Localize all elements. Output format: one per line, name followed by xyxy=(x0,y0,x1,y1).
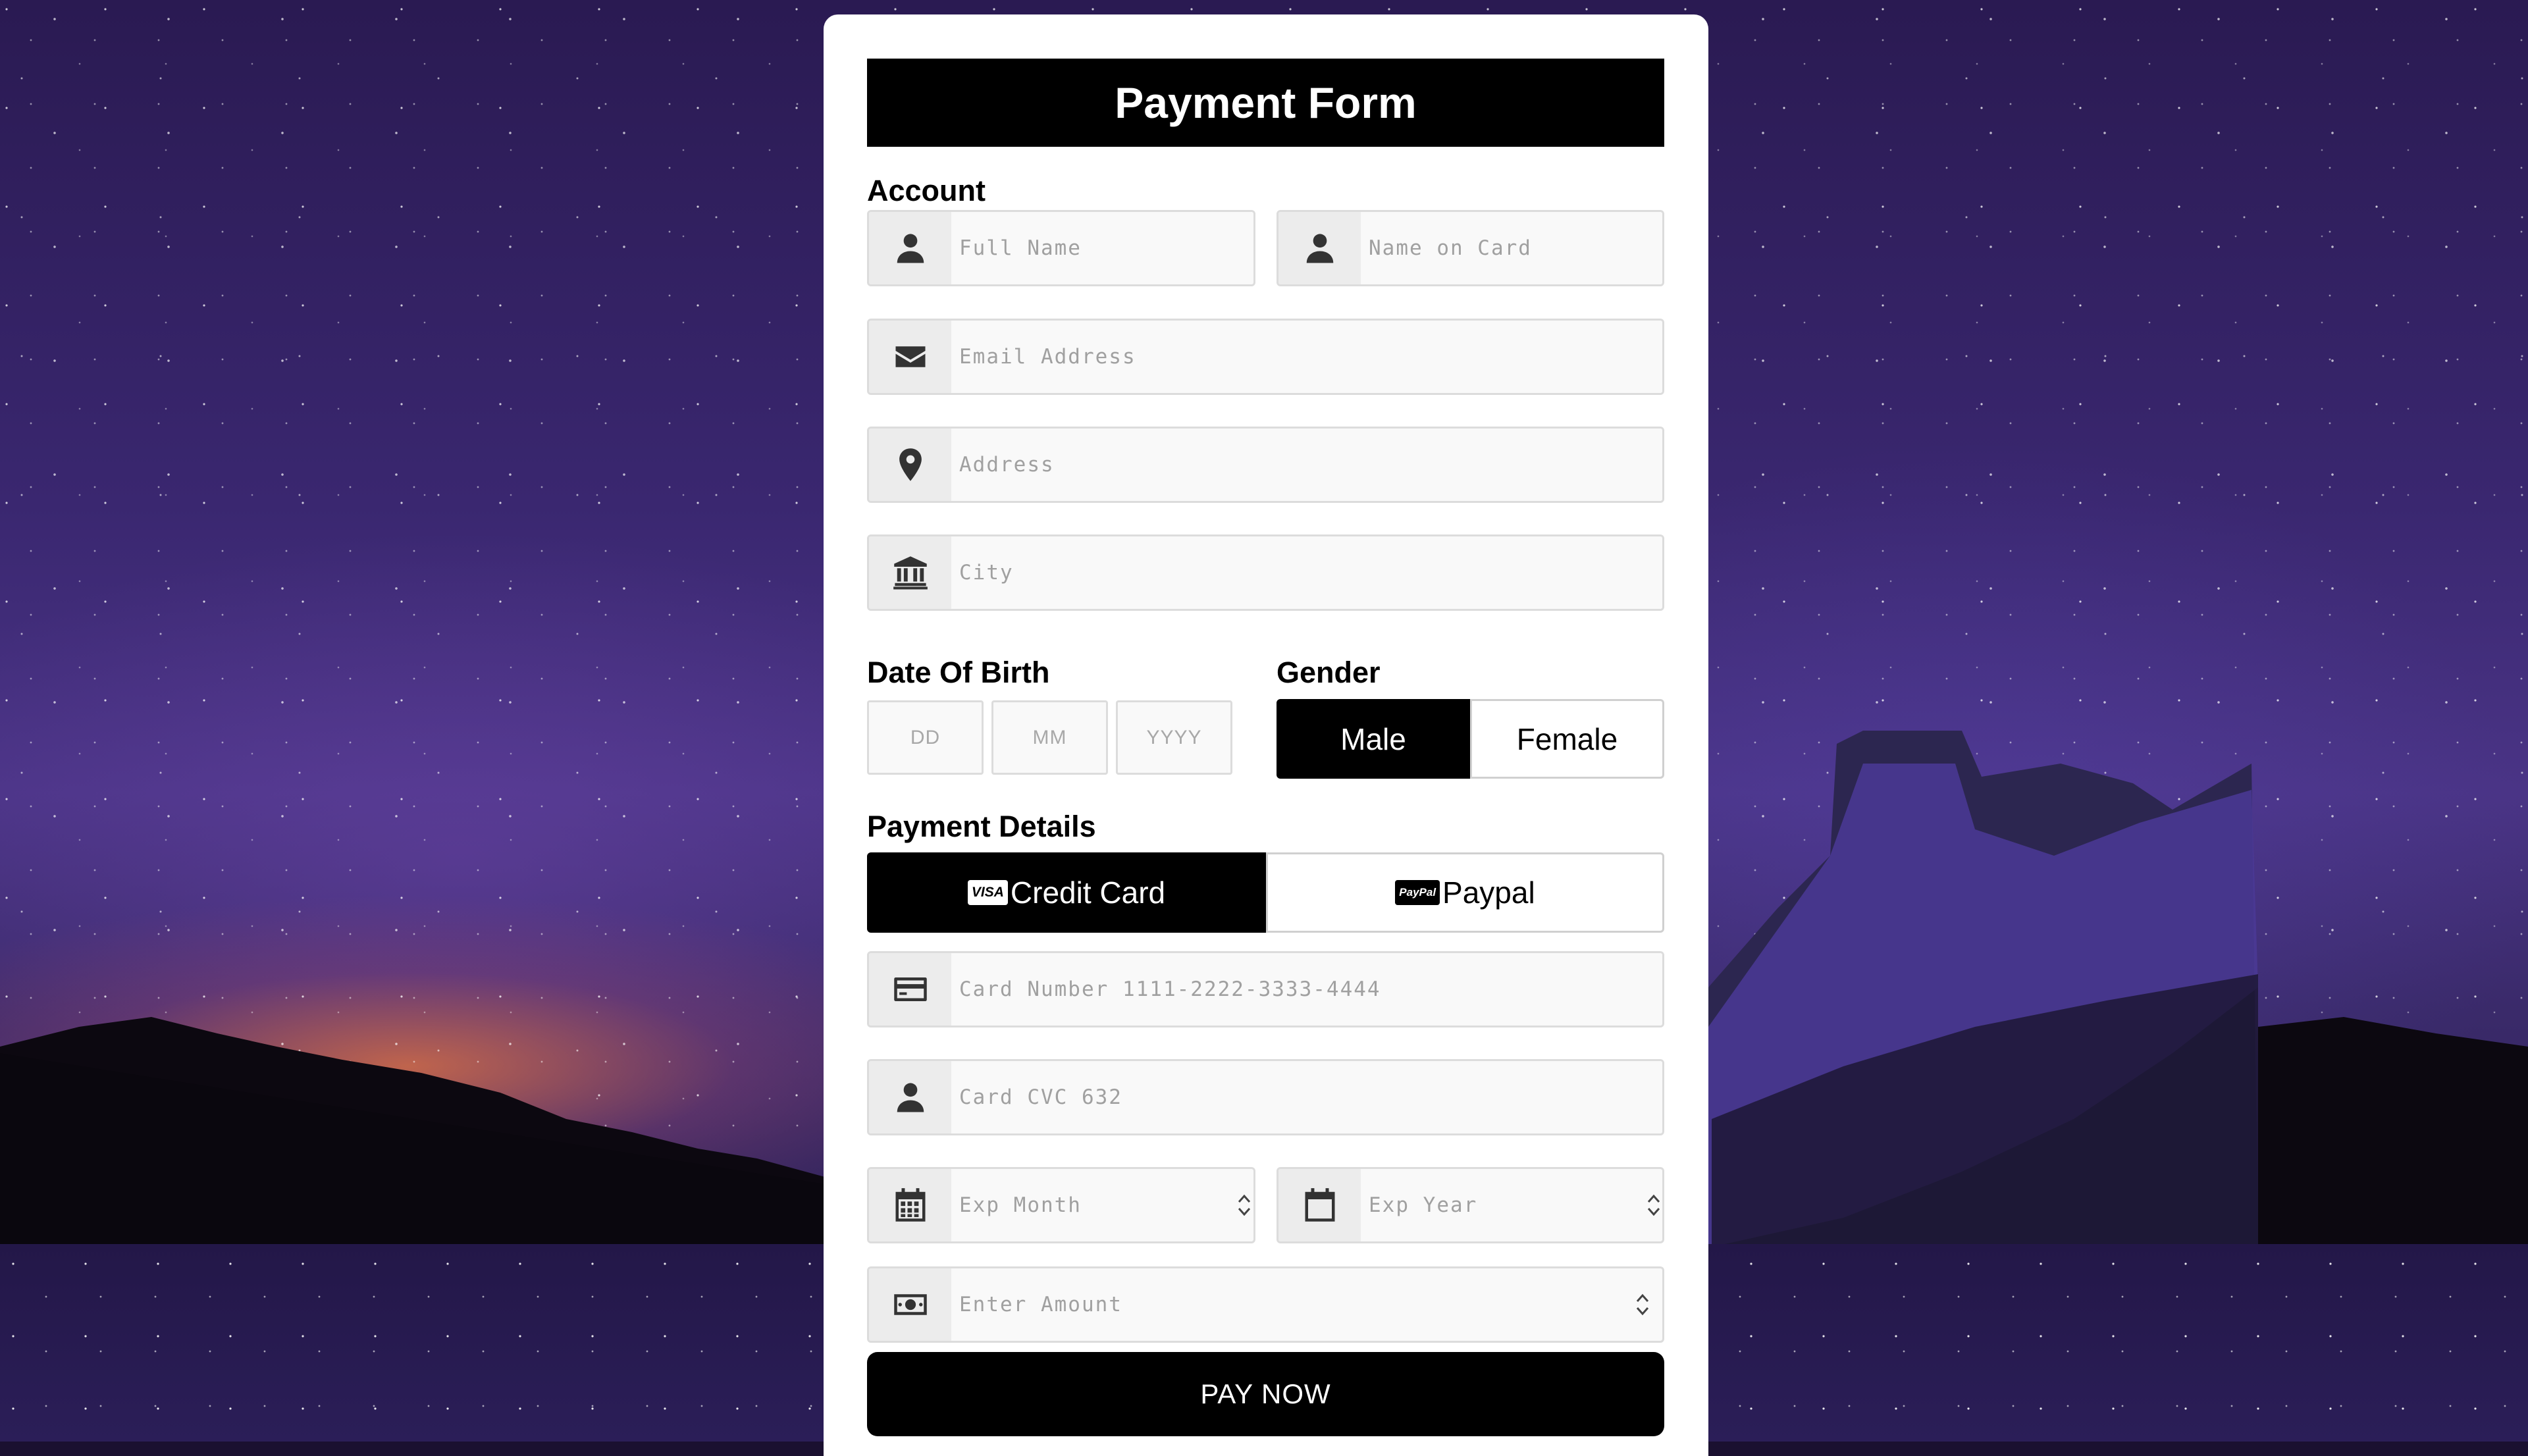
full-name-input[interactable] xyxy=(951,212,1253,284)
exp-month-input[interactable] xyxy=(951,1169,1224,1241)
dob-month-input[interactable]: MM xyxy=(991,700,1108,775)
email-field xyxy=(867,319,1664,395)
form-title: Payment Form xyxy=(867,59,1664,147)
name-on-card-input[interactable] xyxy=(1361,212,1662,284)
calendar-icon xyxy=(1278,1169,1361,1241)
card-cvc-input[interactable] xyxy=(951,1061,1662,1133)
user-icon xyxy=(869,1061,951,1133)
email-input[interactable] xyxy=(951,321,1662,393)
paypal-icon: PayPal xyxy=(1395,880,1440,905)
amount-input[interactable] xyxy=(951,1268,1623,1341)
exp-month-stepper[interactable] xyxy=(1224,1169,1253,1241)
gender-section-label: Gender xyxy=(1277,656,1381,689)
gender-female-option[interactable]: Female xyxy=(1470,699,1664,779)
amount-stepper[interactable] xyxy=(1623,1268,1662,1341)
user-icon xyxy=(869,212,951,284)
card-number-field xyxy=(867,951,1664,1027)
payment-method-paypal[interactable]: PayPal Paypal xyxy=(1266,852,1664,933)
exp-month-field xyxy=(867,1167,1255,1243)
pay-now-button[interactable]: PAY NOW xyxy=(867,1352,1664,1436)
dob-section-label: Date Of Birth xyxy=(867,656,1050,689)
bank-icon xyxy=(869,536,951,609)
card-cvc-field xyxy=(867,1059,1664,1135)
payment-form-card: Payment Form Account Date Of Bi xyxy=(824,14,1708,1456)
dob-year-input[interactable]: YYYY xyxy=(1116,700,1232,775)
user-icon xyxy=(1278,212,1361,284)
visa-icon: VISA xyxy=(967,880,1008,905)
address-field xyxy=(867,427,1664,503)
credit-card-label: Credit Card xyxy=(1010,875,1166,910)
city-input[interactable] xyxy=(951,536,1662,609)
credit-card-icon xyxy=(869,953,951,1026)
full-name-field xyxy=(867,210,1255,286)
map-pin-icon xyxy=(869,429,951,501)
exp-year-field xyxy=(1277,1167,1664,1243)
dob-day-input[interactable]: DD xyxy=(867,700,984,775)
gender-male-option[interactable]: Male xyxy=(1277,699,1470,779)
account-section-label: Account xyxy=(867,174,986,207)
name-on-card-field xyxy=(1277,210,1664,286)
envelope-icon xyxy=(869,321,951,393)
exp-year-input[interactable] xyxy=(1361,1169,1634,1241)
exp-year-stepper[interactable] xyxy=(1634,1169,1662,1241)
city-field xyxy=(867,534,1664,611)
paypal-label: Paypal xyxy=(1442,875,1535,910)
amount-field xyxy=(867,1266,1664,1343)
address-input[interactable] xyxy=(951,429,1662,501)
card-number-input[interactable] xyxy=(951,953,1662,1026)
payment-method-credit-card[interactable]: VISA Credit Card xyxy=(867,852,1266,933)
money-bill-icon xyxy=(869,1268,951,1341)
payment-details-section-label: Payment Details xyxy=(867,810,1096,843)
calendar-grid-icon xyxy=(869,1169,951,1241)
